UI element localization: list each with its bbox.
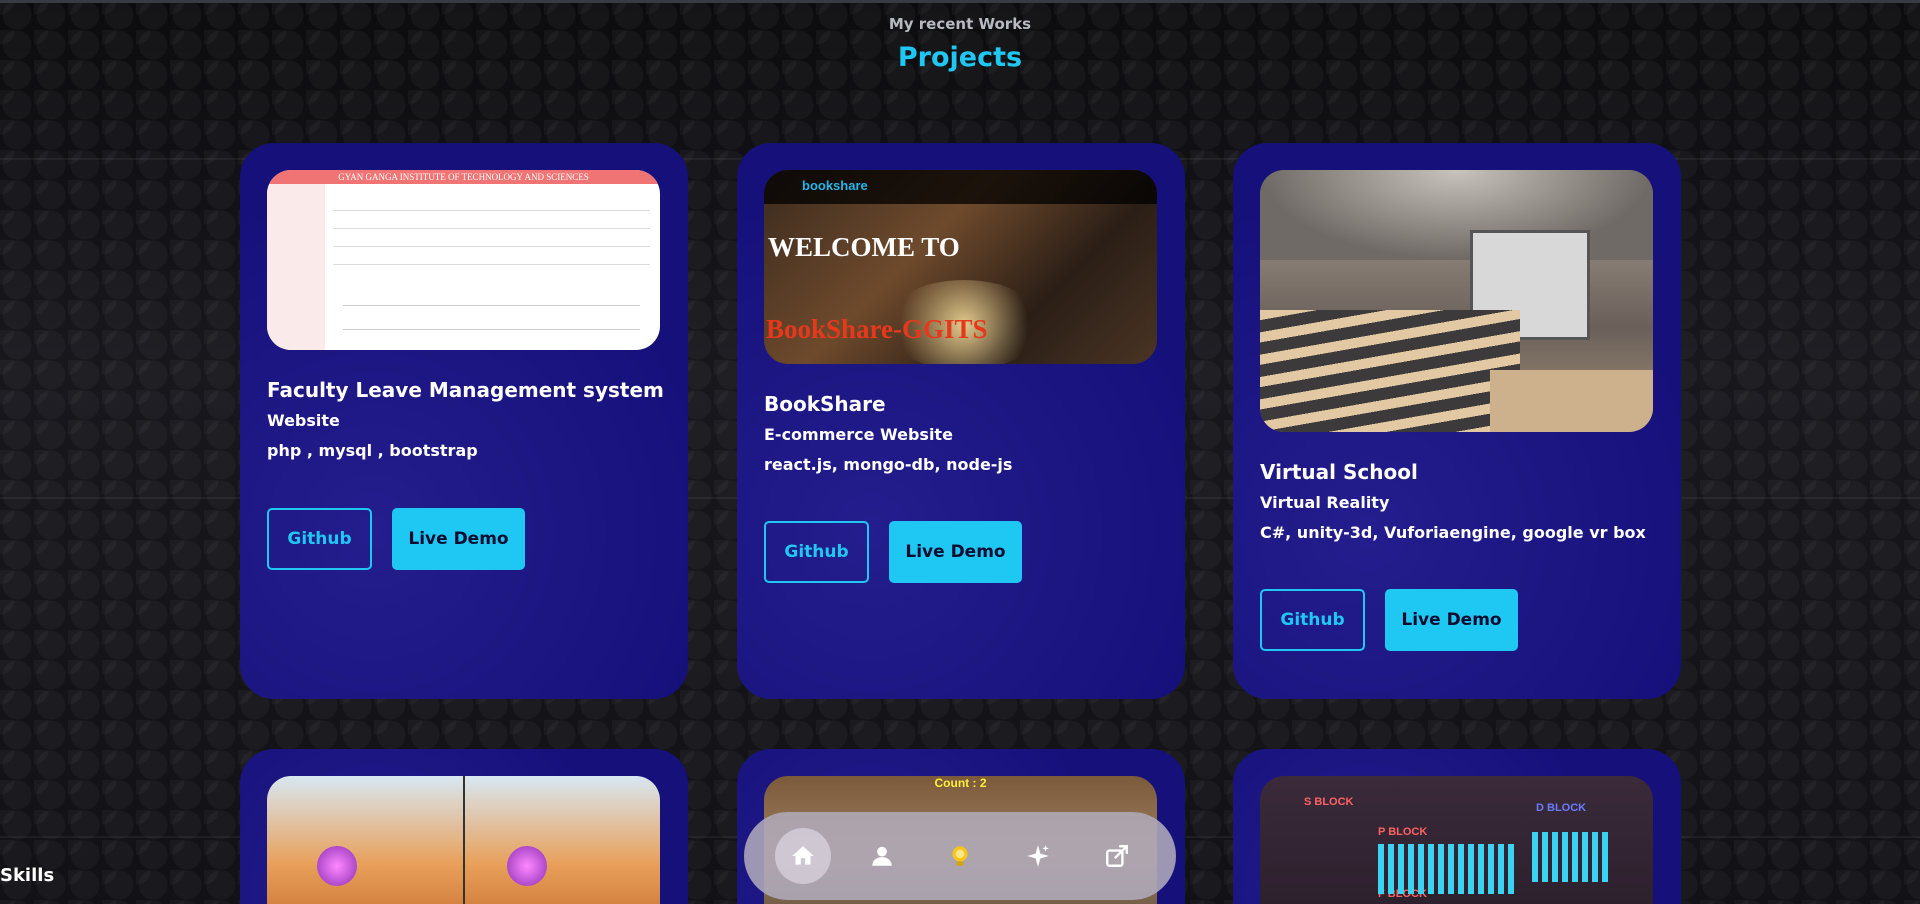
project-card-faculty-leave: GYAN GANGA INSTITUTE OF TECHNOLOGY AND S… [240, 143, 688, 699]
project-card-bookshare: bookshare WELCOME TO BookShare-GGITS Boo… [737, 143, 1185, 699]
nav-about[interactable] [854, 828, 910, 884]
project-title: BookShare [764, 392, 886, 416]
thumbnail-counter: Count : 2 [934, 776, 987, 790]
home-icon [792, 846, 815, 865]
nav-projects[interactable] [932, 828, 988, 884]
thumbnail-logo: bookshare [802, 178, 868, 193]
bottom-nav-dock [744, 812, 1176, 900]
live-demo-button[interactable]: Live Demo [889, 521, 1022, 583]
project-title: Faculty Leave Management system [267, 378, 664, 402]
project-tech-stack: react.js, mongo-db, node-js [764, 455, 1013, 474]
nav-skills[interactable] [1010, 828, 1066, 884]
github-button[interactable]: Github [1260, 589, 1365, 651]
thumbnail-banner: GYAN GANGA INSTITUTE OF TECHNOLOGY AND S… [267, 170, 660, 184]
project-thumbnail [1260, 170, 1653, 432]
github-button[interactable]: Github [764, 521, 869, 583]
nav-contact[interactable] [1089, 828, 1145, 884]
project-card: S BLOCK P BLOCK D BLOCK F BLOCK [1233, 749, 1681, 904]
nav-home[interactable] [775, 828, 832, 884]
thumbnail-line: BookShare-GGITS [766, 314, 988, 344]
thumbnail-label: P BLOCK [1378, 826, 1428, 838]
sparkles-icon [1027, 845, 1050, 867]
thumbnail-label: D BLOCK [1536, 802, 1587, 814]
project-type: Website [267, 411, 340, 430]
project-tech-stack: php , mysql , bootstrap [267, 441, 478, 460]
project-card-virtual-school: Virtual School Virtual Reality C#, unity… [1233, 143, 1681, 699]
section-eyebrow: My recent Works [888, 15, 1032, 33]
section-heading: Projects [897, 42, 1023, 73]
thumbnail-label: S BLOCK [1304, 796, 1354, 808]
project-card [240, 749, 688, 904]
user-icon [871, 846, 892, 866]
github-button[interactable]: Github [267, 508, 372, 570]
project-thumbnail: S BLOCK P BLOCK D BLOCK F BLOCK [1260, 776, 1653, 904]
project-thumbnail: bookshare WELCOME TO BookShare-GGITS [764, 170, 1157, 364]
skills-section-label: Skills [0, 865, 55, 886]
project-type: Virtual Reality [1260, 493, 1390, 512]
project-thumbnail: GYAN GANGA INSTITUTE OF TECHNOLOGY AND S… [267, 170, 660, 350]
project-tech-stack: C#, unity-3d, Vuforiaengine, google vr b… [1260, 523, 1646, 542]
live-demo-button[interactable]: Live Demo [392, 508, 525, 570]
thumbnail-line: WELCOME TO [768, 232, 960, 262]
project-thumbnail [267, 776, 660, 904]
share-icon [1105, 845, 1128, 867]
top-border [0, 0, 1920, 3]
live-demo-button[interactable]: Live Demo [1385, 589, 1518, 651]
project-title: Virtual School [1260, 460, 1418, 484]
project-type: E-commerce Website [764, 425, 953, 444]
lightbulb-icon [952, 846, 968, 866]
